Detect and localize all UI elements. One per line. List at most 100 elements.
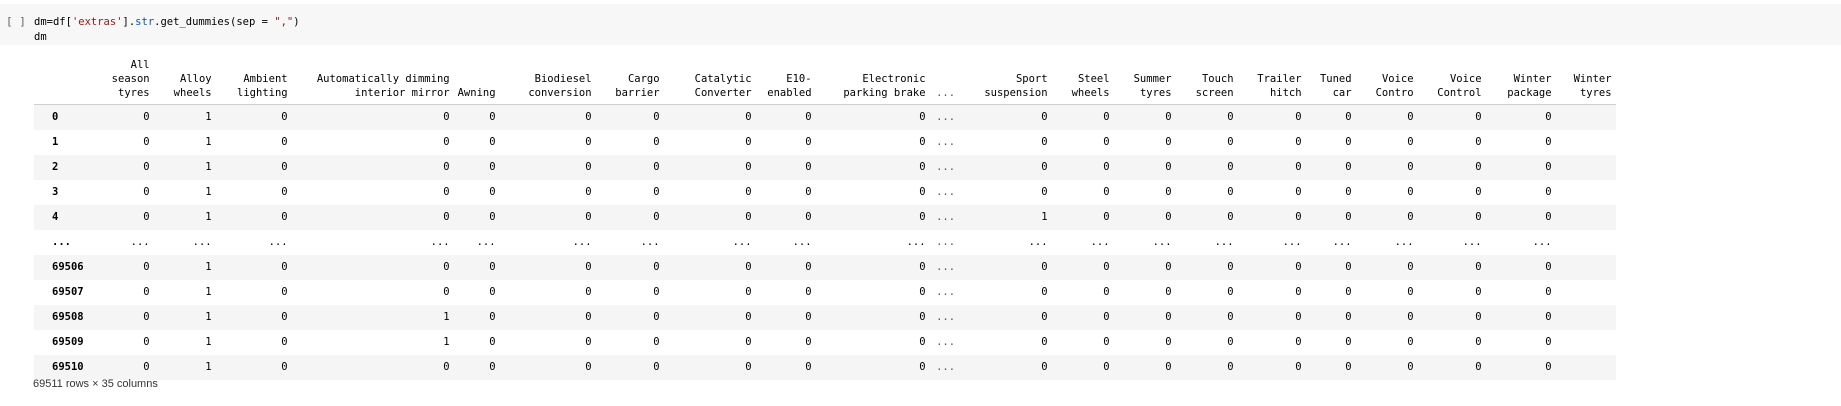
table-cell: 0 xyxy=(1103,111,1110,124)
table-cell: ... xyxy=(1532,236,1552,248)
table-cell: ... xyxy=(936,286,956,298)
table-cell: 0 xyxy=(489,111,496,124)
table-cell: ... xyxy=(1214,236,1234,248)
table-cell: 0 xyxy=(805,261,812,273)
code-line-2[interactable]: dm xyxy=(34,31,47,43)
table-cell: 0 xyxy=(1475,111,1482,124)
table-cell: 0 xyxy=(143,361,150,373)
table-cell: 0 xyxy=(1545,311,1552,323)
table-cell: 0 xyxy=(1345,211,1352,223)
table-cell: 1 xyxy=(205,186,212,198)
table-cell: 0 xyxy=(745,136,752,148)
table-cell: 0 xyxy=(1545,111,1552,124)
table-cell: ... xyxy=(1282,236,1302,248)
table-cell: 0 xyxy=(919,286,926,298)
table-cell: 0 xyxy=(745,336,752,348)
column-header: Electronic parking brake xyxy=(815,58,930,105)
table-cell: 0 xyxy=(1545,336,1552,348)
row-index: 0 xyxy=(52,111,59,124)
table-row: 4 0 1 0 0 0 0 0 0 0 0... 1 0 0 0 0 0 0 0 0 xyxy=(34,204,1616,230)
table-cell: 0 xyxy=(653,286,660,298)
table-cell: 0 xyxy=(1295,161,1302,173)
column-header: Voice Control xyxy=(1417,58,1486,105)
table-cell: 0 xyxy=(653,261,660,273)
table-cell: 0 xyxy=(653,361,660,373)
table-cell: 0 xyxy=(1295,336,1302,348)
table-cell xyxy=(1556,305,1616,330)
table-cell: 0 xyxy=(489,261,496,273)
column-header: Trailer hitch xyxy=(1237,58,1306,105)
table-cell: 0 xyxy=(1545,286,1552,298)
table-cell: ... xyxy=(936,336,956,348)
table-row: 69508 0 1 0 1 0 0 0 0 0 0... 0 0 0 0 0 0 0 0 0 xyxy=(34,304,1616,330)
column-header: Ambient lighting xyxy=(215,58,292,105)
table-row: 69507 0 1 0 0 0 0 0 0 0 0... 0 0 0 0 0 0 0 0 0 xyxy=(34,279,1616,305)
table-cell: 0 xyxy=(919,211,926,223)
table-cell: 0 xyxy=(1041,361,1048,373)
code-line-1[interactable]: dm=df['extras'].str.get_dummies(sep = ",… xyxy=(34,16,300,28)
table-cell: 0 xyxy=(1165,336,1172,348)
table-cell: 0 xyxy=(1295,261,1302,273)
table-cell: 0 xyxy=(489,186,496,198)
table-cell: 0 xyxy=(143,336,150,348)
table-cell: 0 xyxy=(919,161,926,173)
notebook-cell: [ ] dm=df['extras'].str.get_dummies(sep … xyxy=(0,0,1841,406)
table-cell: 0 xyxy=(1165,361,1172,373)
table-cell: 0 xyxy=(1041,311,1048,323)
table-cell: 0 xyxy=(1545,136,1552,148)
cell-output: All season tyres Alloy wheels Ambient ligh… xyxy=(34,58,1841,398)
table-cell: 0 xyxy=(489,211,496,223)
table-cell: 0 xyxy=(1475,336,1482,348)
table-cell: 0 xyxy=(443,261,450,273)
code-token: .get_dummies(sep = xyxy=(154,16,275,28)
table-cell: 0 xyxy=(745,211,752,223)
table-cell: 0 xyxy=(443,111,450,124)
column-header: Cargo barrier xyxy=(595,58,664,105)
table-cell: 0 xyxy=(489,311,496,323)
table-row: ........................................… xyxy=(34,229,1616,255)
table-cell: 0 xyxy=(1227,186,1234,198)
table-cell: 0 xyxy=(1227,336,1234,348)
table-cell: 0 xyxy=(1103,361,1110,373)
row-index: 1 xyxy=(52,136,59,148)
table-cell: 0 xyxy=(1475,186,1482,198)
run-cell-button[interactable]: [ ] xyxy=(6,15,26,28)
table-cell: 0 xyxy=(1295,311,1302,323)
table-cell: 0 xyxy=(653,186,660,198)
table-cell: 0 xyxy=(143,136,150,148)
code-string-token: "," xyxy=(274,16,294,28)
table-cell: 0 xyxy=(745,111,752,124)
table-cell: 1 xyxy=(205,286,212,298)
row-index: 69508 xyxy=(52,311,84,323)
ellipsis-column-header: ... xyxy=(929,58,962,105)
table-cell: 0 xyxy=(585,311,592,323)
table-cell: ... xyxy=(1394,236,1414,248)
table-cell: 0 xyxy=(1165,136,1172,148)
table-cell xyxy=(1556,155,1616,180)
table-cell: 0 xyxy=(1345,336,1352,348)
table-cell: 0 xyxy=(653,111,660,124)
table-cell: 0 xyxy=(1165,111,1172,124)
table-cell: 0 xyxy=(489,136,496,148)
table-cell: 0 xyxy=(1345,136,1352,148)
table-cell: 0 xyxy=(653,161,660,173)
column-header: Winter package xyxy=(1485,58,1556,105)
table-cell: 0 xyxy=(1103,336,1110,348)
table-cell: ... xyxy=(1462,236,1482,248)
table-cell: 0 xyxy=(1041,161,1048,173)
table-cell: 0 xyxy=(489,161,496,173)
table-cell: 0 xyxy=(1545,261,1552,273)
table-cell: 1 xyxy=(205,111,212,124)
table-cell: 0 xyxy=(1345,161,1352,173)
table-cell: 0 xyxy=(1475,286,1482,298)
row-index: 4 xyxy=(52,211,59,223)
table-cell: 0 xyxy=(281,161,288,173)
table-cell: 0 xyxy=(585,161,592,173)
table-cell: ... xyxy=(1332,236,1352,248)
table-cell: 1 xyxy=(205,361,212,373)
table-cell: ... xyxy=(936,111,956,124)
table-cell: ... xyxy=(130,236,150,248)
table-cell xyxy=(1556,355,1616,380)
code-editor[interactable]: [ ] dm=df['extras'].str.get_dummies(sep … xyxy=(0,4,1841,45)
row-index: 69507 xyxy=(52,286,84,298)
